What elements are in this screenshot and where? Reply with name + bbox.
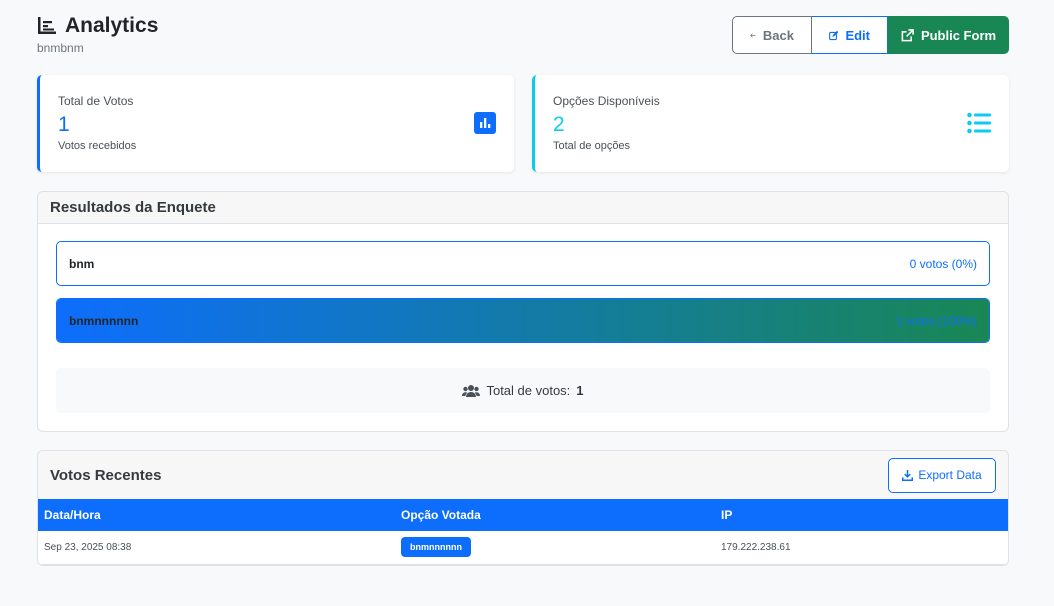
column-header-ip: IP: [721, 508, 733, 522]
options-sub: Total de opções: [553, 140, 631, 152]
export-data-label: Export Data: [918, 468, 982, 482]
page-header: Analytics bnmbnm Back Edit Public Form: [37, 14, 1009, 59]
result-option-name: bnm: [69, 256, 95, 271]
edit-button-label: Edit: [845, 27, 870, 43]
header-button-group: Back Edit Public Form: [732, 16, 1009, 54]
result-option-name: bnmnnnnnn: [69, 313, 139, 328]
users-icon: [462, 384, 481, 397]
export-data-button[interactable]: Export Data: [888, 457, 996, 493]
total-votes-card: Total de Votos 1 Votos recebidos: [37, 75, 514, 172]
table-header-row: Data/Hora Opção Votada IP: [38, 499, 1008, 531]
total-votes-label: Total de Votos: [58, 94, 134, 108]
poll-results-panel: Resultados da Enquete bnm 0 votos (0%) b…: [37, 191, 1009, 432]
bar-chart-icon: [474, 112, 496, 134]
list-icon: [967, 112, 991, 134]
result-option: bnm 0 votos (0%): [56, 241, 990, 286]
options-card: Opções Disponíveis 2 Total de opções: [532, 75, 1009, 172]
recent-votes-header: Votos Recentes Export Data: [38, 451, 1008, 499]
result-option-votes: 1 votos (100%): [896, 313, 977, 328]
table-row: Sep 23, 2025 08:38 bnmnnnnnn 179.222.238…: [38, 531, 1008, 565]
result-option: bnmnnnnnn 1 votos (100%): [56, 298, 990, 343]
cell-datetime: Sep 23, 2025 08:38: [38, 531, 395, 565]
recent-votes-panel: Votos Recentes Export Data Data/Hora Opç…: [37, 450, 1009, 566]
options-value: 2: [553, 113, 565, 136]
total-votes-summary: Total de votos: 1: [56, 368, 990, 413]
cell-option: bnmnnnnnn: [395, 531, 715, 565]
recent-votes-title: Votos Recentes: [50, 466, 162, 484]
poll-results-title: Resultados da Enquete: [38, 192, 1008, 224]
column-header-option: Opção Votada: [401, 508, 481, 522]
public-form-button[interactable]: Public Form: [888, 16, 1009, 54]
total-votes-value: 1: [58, 113, 70, 136]
total-votes-sub: Votos recebidos: [58, 140, 137, 152]
options-label: Opções Disponíveis: [553, 94, 660, 108]
page-title-text: Analytics: [65, 14, 159, 37]
result-option-fill: [57, 299, 989, 342]
back-button-label: Back: [762, 27, 794, 43]
external-link-icon: [901, 28, 914, 41]
column-header-datetime: Data/Hora: [44, 508, 101, 522]
back-button[interactable]: Back: [732, 16, 812, 54]
option-badge: bnmnnnnnn: [401, 537, 471, 558]
download-icon: [902, 469, 914, 481]
public-form-button-label: Public Form: [920, 27, 997, 43]
arrow-left-icon: [750, 32, 756, 38]
result-option-votes: 0 votos (0%): [909, 256, 977, 271]
analytics-icon: [38, 17, 56, 34]
edit-icon: [829, 30, 839, 40]
total-votes-summary-value: 1: [576, 383, 584, 398]
edit-button[interactable]: Edit: [812, 16, 888, 54]
recent-votes-table: Data/Hora Opção Votada IP Sep 23, 2025 0…: [38, 499, 1008, 565]
cell-ip: 179.222.238.61: [715, 531, 1008, 565]
total-votes-summary-label: Total de votos:: [486, 383, 571, 398]
